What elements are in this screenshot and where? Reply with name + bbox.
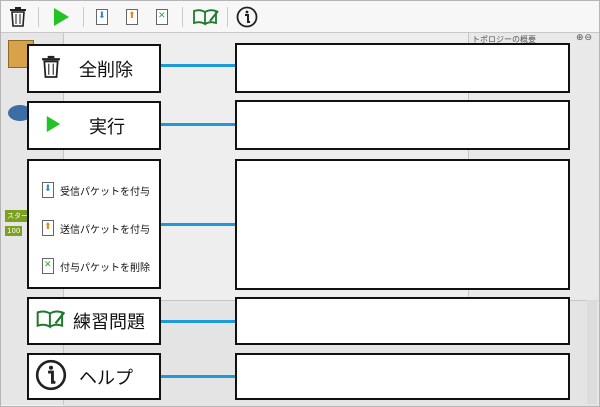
delete-packet-icon[interactable]: ✕	[153, 5, 171, 29]
delete-packet-icon: ✕	[42, 258, 54, 274]
description-box	[235, 297, 570, 345]
info-icon	[35, 359, 67, 395]
callout-label: 全削除	[79, 59, 133, 81]
receive-packet-row: ⬇ 受信パケットを付与	[42, 178, 159, 202]
play-icon	[45, 114, 61, 138]
callout-delete-all: 全削除	[27, 44, 161, 93]
connector-line	[161, 375, 237, 378]
description-box	[235, 353, 570, 400]
description-box	[235, 43, 570, 93]
callout-label: ヘルプ	[79, 367, 133, 389]
callout-label: 送信パケットを付与	[60, 224, 150, 236]
callout-help: ヘルプ	[27, 353, 161, 400]
callout-run: 実行	[27, 101, 161, 150]
receive-packet-icon[interactable]: ⬇	[93, 5, 111, 29]
delete-packet-row: ✕ 付与パケットを削除	[42, 254, 159, 278]
callout-label: 受信パケットを付与	[60, 186, 150, 198]
play-icon[interactable]	[49, 5, 73, 29]
callout-label: 実行	[89, 116, 125, 138]
zoom-controls[interactable]: ⊕⊖	[576, 33, 593, 43]
connector-line	[161, 64, 237, 67]
description-box	[235, 159, 570, 290]
count-badge: 100	[5, 226, 23, 236]
callout-packets: ⬇ 受信パケットを付与 ⬆ 送信パケットを付与 ✕ 付与パケットを削除	[27, 159, 161, 289]
connector-line	[161, 320, 237, 323]
connector-line	[161, 223, 237, 226]
callout-label: 付与パケットを削除	[60, 262, 150, 274]
send-packet-icon[interactable]: ⬆	[123, 5, 141, 29]
trash-icon[interactable]	[7, 5, 29, 29]
description-box	[235, 100, 570, 150]
toolbar: ⬇ ⬆ ✕	[1, 1, 599, 33]
trash-icon	[41, 55, 61, 83]
send-packet-icon: ⬆	[42, 220, 54, 236]
scrollbar[interactable]	[587, 300, 597, 404]
exercise-book-icon	[35, 309, 67, 333]
send-packet-row: ⬆ 送信パケットを付与	[42, 216, 159, 240]
exercise-book-icon[interactable]	[191, 5, 221, 29]
callout-exercises: 練習問題	[27, 297, 161, 345]
connector-line	[161, 123, 237, 126]
receive-packet-icon: ⬇	[42, 182, 54, 198]
callout-label: 練習問題	[73, 312, 145, 333]
info-icon[interactable]	[235, 5, 259, 29]
